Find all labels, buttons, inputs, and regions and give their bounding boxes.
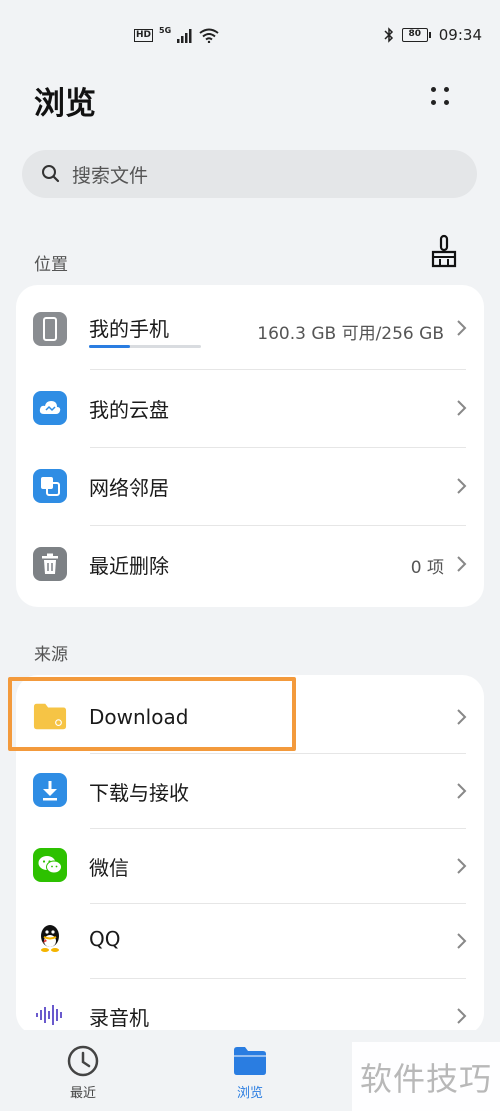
clock-icon <box>67 1045 99 1077</box>
search-icon <box>42 165 60 183</box>
location-card: 我的手机 160.3 GB 可用/256 GB 我的云盘 网络邻居 最近删除 0… <box>16 285 484 607</box>
storage-progress-bar <box>89 345 201 348</box>
row-label: 微信 <box>89 856 129 880</box>
deleted-count: 0 项 <box>410 558 444 578</box>
row-label: QQ <box>89 927 121 951</box>
tab-label: 最近 <box>69 1086 96 1101</box>
qq-icon <box>33 921 67 955</box>
clean-button[interactable] <box>428 234 460 270</box>
network-label: 5G <box>159 26 172 35</box>
phone-icon <box>33 312 67 346</box>
watermark: 软件技巧 <box>352 1042 500 1111</box>
row-label: Download <box>89 705 189 729</box>
location-item-recently-deleted[interactable]: 最近删除 0 项 <box>16 525 484 607</box>
location-item-my-cloud[interactable]: 我的云盘 <box>16 369 484 447</box>
row-label: 录音机 <box>89 1006 149 1030</box>
source-item-downloads-received[interactable]: 下载与接收 <box>16 753 484 828</box>
row-label: 我的云盘 <box>89 398 169 422</box>
source-item-wechat[interactable]: 微信 <box>16 828 484 903</box>
tab-recent[interactable]: 最近 <box>33 1044 133 1101</box>
status-right: 80 09:34 <box>384 26 482 44</box>
row-label: 网络邻居 <box>89 476 169 500</box>
more-dots-icon <box>431 87 436 92</box>
tab-browse[interactable]: 浏览 <box>200 1044 300 1101</box>
trash-icon <box>33 547 67 581</box>
location-item-my-phone[interactable]: 我的手机 160.3 GB 可用/256 GB <box>16 285 484 369</box>
folder-icon <box>234 1047 266 1075</box>
source-card: Download 下载与接收 微信 QQ 录音机 <box>16 675 484 1035</box>
section-label-location: 位置 <box>34 255 68 275</box>
row-label: 我的手机 <box>89 317 169 341</box>
chevron-right-icon <box>457 858 467 874</box>
location-item-network[interactable]: 网络邻居 <box>16 447 484 525</box>
hd-badge: HD <box>134 29 154 42</box>
chevron-right-icon <box>457 556 467 572</box>
storage-value: 160.3 GB 可用/256 GB <box>257 324 444 344</box>
broom-icon <box>431 234 457 268</box>
signal-icon <box>177 28 192 43</box>
recorder-icon <box>33 998 67 1032</box>
cloud-icon <box>33 391 67 425</box>
tab-label: 浏览 <box>236 1086 263 1101</box>
search-placeholder: 搜索文件 <box>72 164 149 187</box>
download-icon <box>33 773 67 807</box>
battery-level: 80 <box>401 28 428 42</box>
chevron-right-icon <box>457 320 467 336</box>
clock-time: 09:34 <box>438 26 482 44</box>
chevron-right-icon <box>457 933 467 949</box>
chevron-right-icon <box>457 1008 467 1024</box>
source-item-qq[interactable]: QQ <box>16 903 484 978</box>
search-input[interactable]: 搜索文件 <box>22 150 477 198</box>
wifi-icon <box>199 28 219 43</box>
chevron-right-icon <box>457 400 467 416</box>
more-button[interactable] <box>418 80 462 116</box>
status-bar: HD 5G 80 09:34 <box>0 0 500 70</box>
page-title: 浏览 <box>34 86 96 122</box>
network-icon <box>33 469 67 503</box>
section-label-source: 来源 <box>34 645 68 665</box>
folder-icon <box>33 699 67 733</box>
source-item-recorder[interactable]: 录音机 <box>16 978 484 1035</box>
source-item-download[interactable]: Download <box>16 675 484 753</box>
status-indicators: HD 5G <box>134 26 219 43</box>
wechat-icon <box>33 848 67 882</box>
row-label: 下载与接收 <box>89 781 189 805</box>
chevron-right-icon <box>457 709 467 725</box>
chevron-right-icon <box>457 478 467 494</box>
battery-icon: 80 <box>401 28 431 42</box>
bluetooth-icon <box>384 27 393 43</box>
row-label: 最近删除 <box>89 554 169 578</box>
chevron-right-icon <box>457 783 467 799</box>
